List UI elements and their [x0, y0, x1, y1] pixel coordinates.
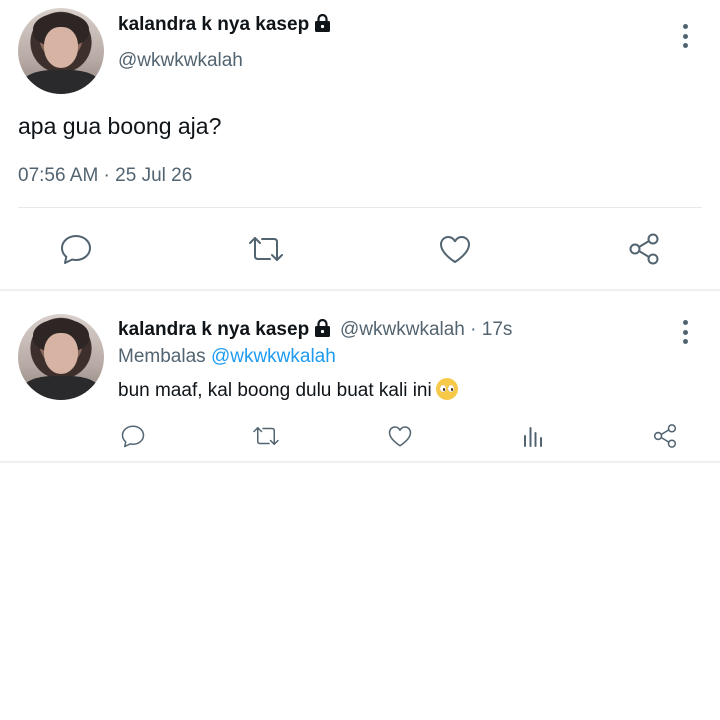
- more-icon[interactable]: [675, 24, 695, 48]
- retweet-button[interactable]: [245, 231, 287, 267]
- reply-text: bun maaf, kal boong dulu buat kali ini: [118, 378, 458, 402]
- tweet-timestamp[interactable]: 07:56 AM · 25 Jul 26: [18, 165, 192, 187]
- display-name-label: kalandra k nya kasep: [118, 319, 310, 340]
- reply-text-body: bun maaf, kal boong dulu buat kali ini: [118, 380, 432, 401]
- retweet-icon: [249, 237, 283, 261]
- like-button[interactable]: [384, 421, 416, 451]
- display-name[interactable]: kalandra k nya kasep: [118, 14, 331, 36]
- like-button[interactable]: [435, 231, 475, 267]
- share-button[interactable]: [624, 231, 664, 267]
- share-icon: [629, 233, 659, 265]
- retweet-button[interactable]: [249, 421, 283, 451]
- avatar[interactable]: [18, 314, 104, 400]
- retweet-icon: [253, 427, 279, 445]
- lock-icon: [315, 319, 331, 337]
- section-divider: [0, 461, 720, 463]
- share-icon: [653, 424, 677, 448]
- like-icon: [388, 426, 412, 447]
- reply-button[interactable]: [117, 421, 149, 451]
- reply-icon: [61, 235, 91, 264]
- avatar[interactable]: [18, 8, 104, 94]
- tweet-text: apa gua boong aja?: [18, 113, 222, 139]
- lock-icon: [315, 14, 331, 32]
- handle-time[interactable]: @wkwkwkalah · 17s: [340, 319, 512, 341]
- like-icon: [440, 236, 470, 263]
- more-icon[interactable]: [675, 320, 695, 344]
- main-tweet: kalandra k nya kasep @wkwkwkalah apa gua…: [0, 0, 720, 290]
- display-name[interactable]: kalandra k nya kasep: [118, 319, 331, 341]
- analytics-icon: [524, 427, 542, 447]
- reply-icon: [121, 425, 145, 448]
- analytics-button[interactable]: [518, 421, 548, 451]
- display-name-label: kalandra k nya kasep: [118, 14, 310, 35]
- pleading-face-emoji: [435, 378, 458, 400]
- section-divider: [0, 289, 720, 291]
- mention-link[interactable]: @wkwkwkalah: [211, 346, 336, 367]
- share-button[interactable]: [650, 421, 680, 451]
- divider: [18, 207, 702, 208]
- replying-label: Membalas: [118, 346, 206, 367]
- handle[interactable]: @wkwkwkalah: [118, 50, 243, 72]
- replying-to: Membalas @wkwkwkalah: [118, 346, 336, 368]
- reply-button[interactable]: [56, 231, 96, 267]
